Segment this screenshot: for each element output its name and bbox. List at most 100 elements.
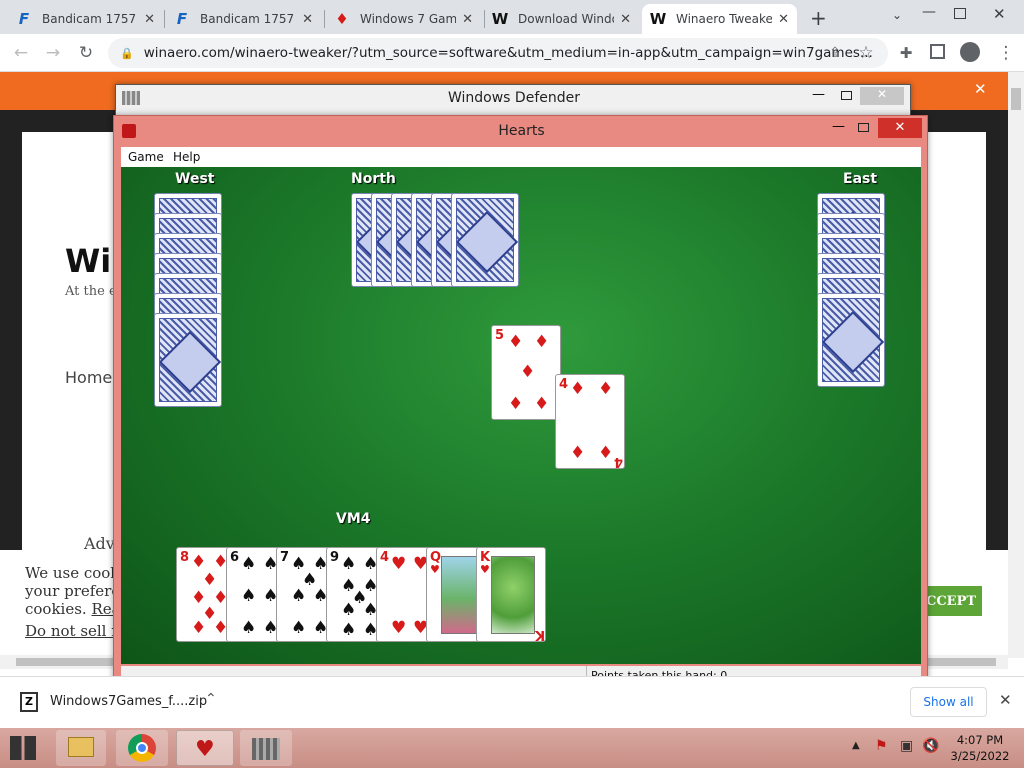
spade-icon: ♠ [341,600,357,620]
share-icon[interactable]: ⇪ [822,41,848,65]
close-window-icon[interactable]: ✕ [993,5,1006,23]
browser-toolbar: ← → ↻ 🔒 winaero.com/winaero-tweaker/?utm… [0,34,1024,72]
king-artwork [491,556,535,634]
west-card-back [154,313,222,407]
close-tab-icon[interactable]: ✕ [620,12,631,27]
taskbar-hearts[interactable]: ♥ [176,730,234,766]
forward-icon[interactable]: → [40,41,66,65]
defender-title: Windows Defender [447,90,580,106]
show-hidden-icons-icon[interactable]: ▲ [852,740,860,751]
hearts-window: Hearts — ✕ Game Help West North East VM4 [113,115,928,692]
card-rank-bottom: 4 [614,454,624,469]
minimize-icon[interactable]: — [922,4,936,20]
tab-label: Winaero Tweaker [676,12,773,26]
hearts-close-icon[interactable]: ✕ [878,118,922,138]
diamond-icon: ♦ [534,394,550,414]
vertical-scrollbar-thumb[interactable] [1011,88,1021,110]
diamond-icon: ♦ [508,394,524,414]
heart-icon: ♥ [480,563,490,576]
diamond-icon: ♦ [191,618,207,638]
download-options-chevron-icon[interactable]: ⌃ [205,691,217,707]
diamond-icon: ♦ [534,332,550,352]
back-icon[interactable]: ← [8,41,34,65]
spade-icon: ♠ [241,586,257,606]
favicon-icon: W [649,10,667,28]
menu-game[interactable]: Game [128,150,164,164]
tab-separator [324,10,325,28]
hearts-maximize-icon[interactable] [858,123,869,132]
hearts-minimize-icon[interactable]: — [832,119,845,134]
spade-icon: ♠ [291,618,307,638]
tab-label: Download Windo [518,12,615,26]
defender-castle-icon [252,738,280,760]
tab-download-windows[interactable]: W Download Windo ✕ [484,4,639,34]
favicon-icon: W [491,10,509,28]
tab-bandicam-2[interactable]: F Bandicam 1757 W ✕ [166,4,321,34]
bookmark-star-icon[interactable]: ☆ [853,41,879,65]
heart-icon: ♥ [391,554,407,574]
profile-avatar-icon[interactable] [960,42,980,62]
defender-minimize-icon[interactable]: — [812,87,825,102]
tab-bandicam-1[interactable]: F Bandicam 1757 W ✕ [8,4,163,34]
network-icon[interactable]: ▣ [900,738,913,754]
tab-separator [164,10,165,28]
nav-home-link[interactable]: Home [65,368,112,387]
close-download-shelf-icon[interactable]: ✕ [999,691,1012,709]
player-north-label: North [351,171,396,187]
close-tab-icon[interactable]: ✕ [144,12,155,27]
hearts-title: Hearts [498,123,545,139]
zip-file-icon: Z [20,692,38,712]
north-card-back [451,193,519,287]
do-not-sell-link[interactable]: Do not sell n [25,622,121,640]
download-filename[interactable]: Windows7Games_f....zip [50,694,207,709]
taskbar-chrome[interactable] [116,730,168,766]
trick-card-five-diamonds: 5 ♦ ♦ ♦ ♦ ♦ [491,325,561,420]
card-rank: 8 [180,550,190,565]
banner-close-icon[interactable]: ✕ [974,80,987,98]
hand-card-king-hearts[interactable]: K ♥ K [476,547,546,642]
menu-help[interactable]: Help [173,150,200,164]
vertical-scrollbar[interactable] [1008,72,1024,658]
game-table: West North East VM4 5 ♦ ♦ ♦ ♦ ♦ 4 ♦ ♦ ♦ … [121,167,921,664]
taskbar-defender[interactable] [240,730,292,766]
page-subtitle: At the e [65,284,117,299]
cookie-line: cookies. [25,600,87,618]
start-windows-icon[interactable] [10,736,36,760]
new-tab-icon[interactable]: + [810,6,827,30]
download-shelf: Z Windows7Games_f....zip ⌃ Show all ✕ [0,676,1024,728]
tab-windows7-games[interactable]: ♦ Windows 7 Game ✕ [326,4,481,34]
close-tab-icon[interactable]: ✕ [778,12,789,27]
spade-icon: ♠ [241,618,257,638]
diamond-icon: ♦ [202,570,218,590]
spade-icon: ♠ [291,586,307,606]
accept-cookies-button[interactable]: CCEPT [920,586,982,616]
chrome-menu-icon[interactable]: ⋮ [993,41,1019,65]
action-center-flag-icon[interactable]: ⚑ [875,738,888,754]
system-clock[interactable]: 4:07 PM 3/25/2022 [950,732,1010,764]
volume-muted-icon[interactable]: 🔇 [922,738,939,754]
folder-icon [68,737,94,757]
url-text: winaero.com/winaero-tweaker/?utm_source=… [143,45,873,61]
side-panel-icon[interactable] [930,44,945,59]
favicon-icon: ♦ [335,10,349,28]
heart-icon: ♥ [430,563,440,576]
reload-icon[interactable]: ↻ [73,41,99,65]
tab-label: Windows 7 Game [360,12,457,26]
card-rank: 5 [495,328,505,343]
defender-maximize-icon[interactable] [841,91,852,100]
address-bar[interactable]: 🔒 winaero.com/winaero-tweaker/?utm_sourc… [108,38,888,68]
cookie-line: We use cook [25,564,120,582]
close-tab-icon[interactable]: ✕ [302,12,313,27]
tab-winaero-tweaker[interactable]: W Winaero Tweaker ✕ [642,4,797,34]
taskbar-file-explorer[interactable] [56,730,106,766]
card-rank: 4 [380,550,390,565]
close-tab-icon[interactable]: ✕ [462,12,473,27]
diamond-icon: ♦ [598,379,614,399]
clock-time: 4:07 PM [956,733,1004,747]
restore-icon[interactable] [954,8,966,19]
defender-close-icon[interactable]: ✕ [860,87,904,105]
tab-search-chevron-icon[interactable]: ⌄ [892,8,902,22]
extensions-puzzle-icon[interactable]: ✚ [893,41,919,65]
show-all-downloads-button[interactable]: Show all [910,687,987,717]
hearts-menubar: Game Help [121,147,921,167]
